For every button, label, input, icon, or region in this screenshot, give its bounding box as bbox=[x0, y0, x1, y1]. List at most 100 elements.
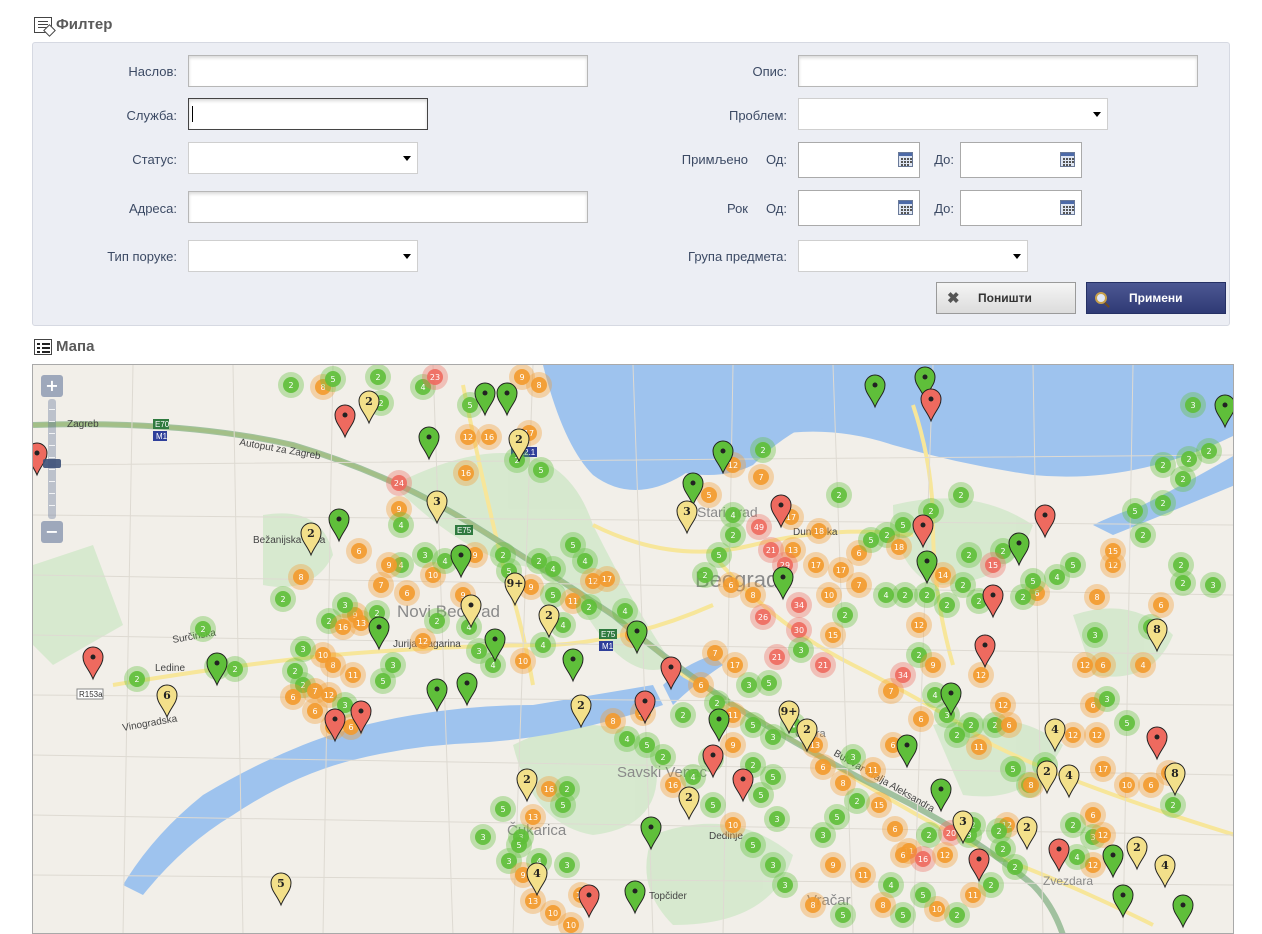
marker-cluster[interactable]: 34 bbox=[786, 592, 812, 618]
marker-cluster[interactable]: 16 bbox=[910, 846, 936, 872]
marker-cluster[interactable]: 8 bbox=[800, 892, 826, 918]
marker-cluster[interactable]: 2 bbox=[948, 482, 974, 508]
calendar-icon[interactable] bbox=[898, 152, 913, 167]
marker-cluster[interactable]: 8 bbox=[600, 708, 626, 734]
map-pin-icon[interactable] bbox=[426, 678, 448, 713]
grupa-predmeta-select[interactable] bbox=[798, 240, 1028, 272]
marker-cluster[interactable]: 3 bbox=[810, 822, 836, 848]
marker-cluster[interactable]: 4 bbox=[388, 512, 414, 538]
marker-cluster[interactable]: 5 bbox=[910, 882, 936, 908]
marker-cluster[interactable]: 2 bbox=[1196, 438, 1222, 464]
marker-cluster[interactable]: 2 bbox=[1150, 452, 1176, 478]
map-pin-icon[interactable]: 2 bbox=[358, 390, 380, 425]
map-pin-icon[interactable] bbox=[896, 734, 918, 769]
marker-cluster[interactable]: 12 bbox=[906, 612, 932, 638]
map-pin-icon[interactable] bbox=[456, 672, 478, 707]
marker-cluster[interactable]: 6 bbox=[394, 580, 420, 606]
marker-cluster[interactable]: 18 bbox=[886, 534, 912, 560]
naslov-input[interactable] bbox=[188, 55, 588, 87]
marker-cluster[interactable]: 5 bbox=[740, 832, 766, 858]
marker-cluster[interactable]: 6 bbox=[996, 712, 1022, 738]
marker-cluster[interactable]: 2 bbox=[692, 562, 718, 588]
marker-cluster[interactable]: 2 bbox=[1002, 854, 1028, 880]
map-pin-icon[interactable] bbox=[562, 648, 584, 683]
marker-cluster[interactable]: 5 bbox=[490, 796, 516, 822]
marker-cluster[interactable]: 12 bbox=[932, 842, 958, 868]
marker-cluster[interactable]: 3 bbox=[470, 824, 496, 850]
marker-cluster[interactable]: 3 bbox=[760, 852, 786, 878]
marker-cluster[interactable]: 4 bbox=[612, 598, 638, 624]
marker-cluster[interactable]: 7 bbox=[702, 640, 728, 666]
marker-cluster[interactable]: 5 bbox=[506, 832, 532, 858]
marker-cluster[interactable]: 17 bbox=[1090, 756, 1116, 782]
zoom-in-button[interactable]: + bbox=[41, 375, 63, 397]
marker-cluster[interactable]: 6 bbox=[346, 538, 372, 564]
marker-cluster[interactable]: 4 bbox=[1130, 652, 1156, 678]
marker-cluster[interactable]: 8 bbox=[870, 892, 896, 918]
marker-cluster[interactable]: 6 bbox=[908, 706, 934, 732]
marker-cluster[interactable]: 15 bbox=[820, 622, 846, 648]
marker-cluster[interactable]: 2 bbox=[270, 586, 296, 612]
map-pin-icon[interactable]: 2 bbox=[516, 768, 538, 803]
marker-cluster[interactable]: 26 bbox=[750, 604, 776, 630]
marker-cluster[interactable]: 2 bbox=[750, 437, 776, 463]
sluzba-input[interactable] bbox=[188, 98, 428, 130]
marker-cluster[interactable]: 8 bbox=[1084, 584, 1110, 610]
marker-cluster[interactable]: 9 bbox=[376, 552, 402, 578]
marker-cluster[interactable]: 4 bbox=[1044, 564, 1070, 590]
marker-cluster[interactable]: 11 bbox=[860, 757, 886, 783]
marker-cluster[interactable]: 9 bbox=[720, 732, 746, 758]
marker-cluster[interactable]: 12 bbox=[968, 662, 994, 688]
marker-cluster[interactable]: 2 bbox=[956, 542, 982, 568]
map-pin-icon[interactable]: 9+ bbox=[504, 572, 526, 607]
marker-cluster[interactable]: 5 bbox=[528, 457, 554, 483]
marker-cluster[interactable]: 11 bbox=[966, 734, 992, 760]
map-view[interactable]: Novi Beograd Beograd Stari grad Savski V… bbox=[32, 364, 1234, 934]
map-pin-icon[interactable] bbox=[1102, 844, 1124, 879]
marker-cluster[interactable]: 5 bbox=[700, 792, 726, 818]
map-pin-icon[interactable] bbox=[82, 646, 104, 681]
marker-cluster[interactable]: 15 bbox=[866, 792, 892, 818]
marker-cluster[interactable]: 24 bbox=[386, 470, 412, 496]
map-pin-icon[interactable] bbox=[206, 652, 228, 687]
map-pin-icon[interactable]: 5 bbox=[270, 872, 292, 907]
marker-cluster[interactable]: 3 bbox=[1200, 572, 1226, 598]
marker-cluster[interactable]: 10 bbox=[1114, 772, 1140, 798]
marker-cluster[interactable]: 5 bbox=[1122, 498, 1148, 524]
map-pin-icon[interactable]: 3 bbox=[676, 500, 698, 535]
map-pin-icon[interactable] bbox=[1048, 838, 1070, 873]
map-pin-icon[interactable] bbox=[496, 382, 518, 417]
primljeno-do-date[interactable] bbox=[960, 142, 1082, 178]
cancel-button[interactable]: ✖ Поништи bbox=[936, 282, 1076, 314]
zoom-control[interactable]: + − bbox=[41, 375, 63, 543]
zoom-out-button[interactable]: − bbox=[41, 521, 63, 543]
marker-cluster[interactable]: 4 bbox=[540, 556, 566, 582]
zoom-slider[interactable] bbox=[43, 399, 61, 519]
tip-poruke-select[interactable] bbox=[188, 240, 418, 272]
marker-cluster[interactable]: 21 bbox=[810, 652, 836, 678]
calendar-icon[interactable] bbox=[1060, 200, 1075, 215]
marker-cluster[interactable]: 6 bbox=[1148, 592, 1174, 618]
marker-cluster[interactable]: 10 bbox=[510, 648, 536, 674]
zoom-slider-handle[interactable] bbox=[43, 459, 61, 468]
marker-cluster[interactable]: 6 bbox=[882, 816, 908, 842]
map-pin-icon[interactable]: 8 bbox=[1164, 762, 1186, 797]
marker-cluster[interactable]: 49 bbox=[746, 514, 772, 540]
marker-cluster[interactable]: 3 bbox=[764, 806, 790, 832]
map-pin-icon[interactable] bbox=[974, 634, 996, 669]
rok-od-date[interactable] bbox=[798, 190, 920, 226]
marker-cluster[interactable]: 21 bbox=[764, 644, 790, 670]
marker-cluster[interactable]: 2 bbox=[1168, 552, 1194, 578]
map-pin-icon[interactable] bbox=[624, 880, 646, 915]
marker-cluster[interactable]: 3 bbox=[788, 637, 814, 663]
marker-cluster[interactable]: 5 bbox=[370, 668, 396, 694]
marker-cluster[interactable]: 17 bbox=[594, 566, 620, 592]
marker-cluster[interactable]: 5 bbox=[320, 366, 346, 392]
marker-cluster[interactable]: 2 bbox=[278, 372, 304, 398]
marker-cluster[interactable]: 2 bbox=[1150, 490, 1176, 516]
marker-cluster[interactable]: 2 bbox=[124, 666, 150, 692]
marker-cluster[interactable]: 10 bbox=[720, 812, 746, 838]
apply-button[interactable]: Примени bbox=[1086, 282, 1226, 314]
marker-cluster[interactable]: 3 bbox=[1180, 392, 1206, 418]
marker-cluster[interactable]: 3 bbox=[1082, 622, 1108, 648]
